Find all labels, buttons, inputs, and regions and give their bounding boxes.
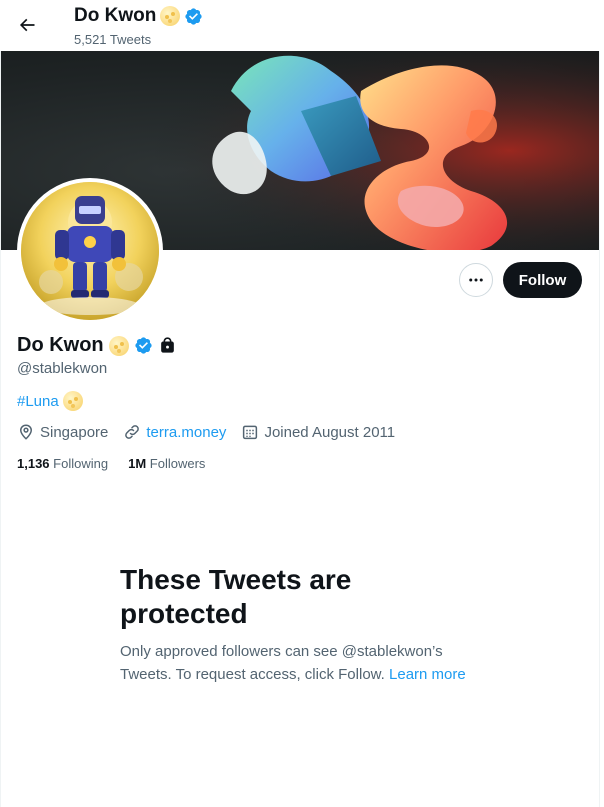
location-pin-icon <box>19 424 33 440</box>
lock-icon <box>160 337 174 353</box>
follow-counts: 1,136 Following 1M Followers <box>17 456 205 471</box>
more-options-button[interactable] <box>459 263 493 297</box>
profile-avatar[interactable] <box>17 178 163 324</box>
joined-item: Joined August 2011 <box>241 423 395 441</box>
back-button[interactable] <box>10 8 44 42</box>
verified-badge-icon <box>185 7 202 25</box>
display-name-row: Do Kwon <box>17 334 177 357</box>
display-name: Do Kwon <box>17 334 104 356</box>
learn-more-link[interactable]: Learn more <box>389 666 466 683</box>
tweet-count: 5,521 Tweets <box>74 32 152 47</box>
link-icon <box>125 425 140 439</box>
followers-count: 1M <box>128 456 147 471</box>
protected-message: Only approved followers can see @stablek… <box>120 640 480 686</box>
location-text: Singapore <box>40 423 109 441</box>
follow-button[interactable]: Follow <box>503 262 582 298</box>
location-item: Singapore <box>17 423 108 441</box>
avatar-robot-image <box>21 182 159 320</box>
following-label: Following <box>53 456 109 471</box>
website-item: terra.money <box>123 423 226 441</box>
website-link[interactable]: terra.money <box>146 424 226 441</box>
protected-title: These Tweets are protected <box>120 564 352 629</box>
arrow-left-icon <box>19 18 35 32</box>
moon-emoji-icon <box>62 391 83 411</box>
hashtag-link[interactable]: #Luna <box>17 393 59 410</box>
profile-handle: @stablekwon <box>17 360 108 377</box>
joined-text: Joined August 2011 <box>264 423 396 441</box>
profile-meta: Singapore terra.money Joined August 2011 <box>17 423 410 441</box>
more-dots-icon <box>469 278 483 282</box>
following-count: 1,136 <box>17 456 50 471</box>
following-link[interactable]: 1,136 Following <box>17 456 108 471</box>
profile-header-bar: Do Kwon 5,521 Tweets <box>0 0 600 51</box>
followers-label: Followers <box>149 456 206 471</box>
moon-emoji-icon <box>108 335 129 356</box>
followers-link[interactable]: 1M Followers <box>128 456 205 471</box>
header-name: Do Kwon <box>74 5 157 26</box>
header-name-row: Do Kwon <box>74 5 203 27</box>
profile-bio: #Luna <box>17 391 83 411</box>
moon-emoji-icon <box>160 6 181 26</box>
verified-badge-icon[interactable] <box>134 336 153 355</box>
calendar-icon <box>243 425 258 440</box>
